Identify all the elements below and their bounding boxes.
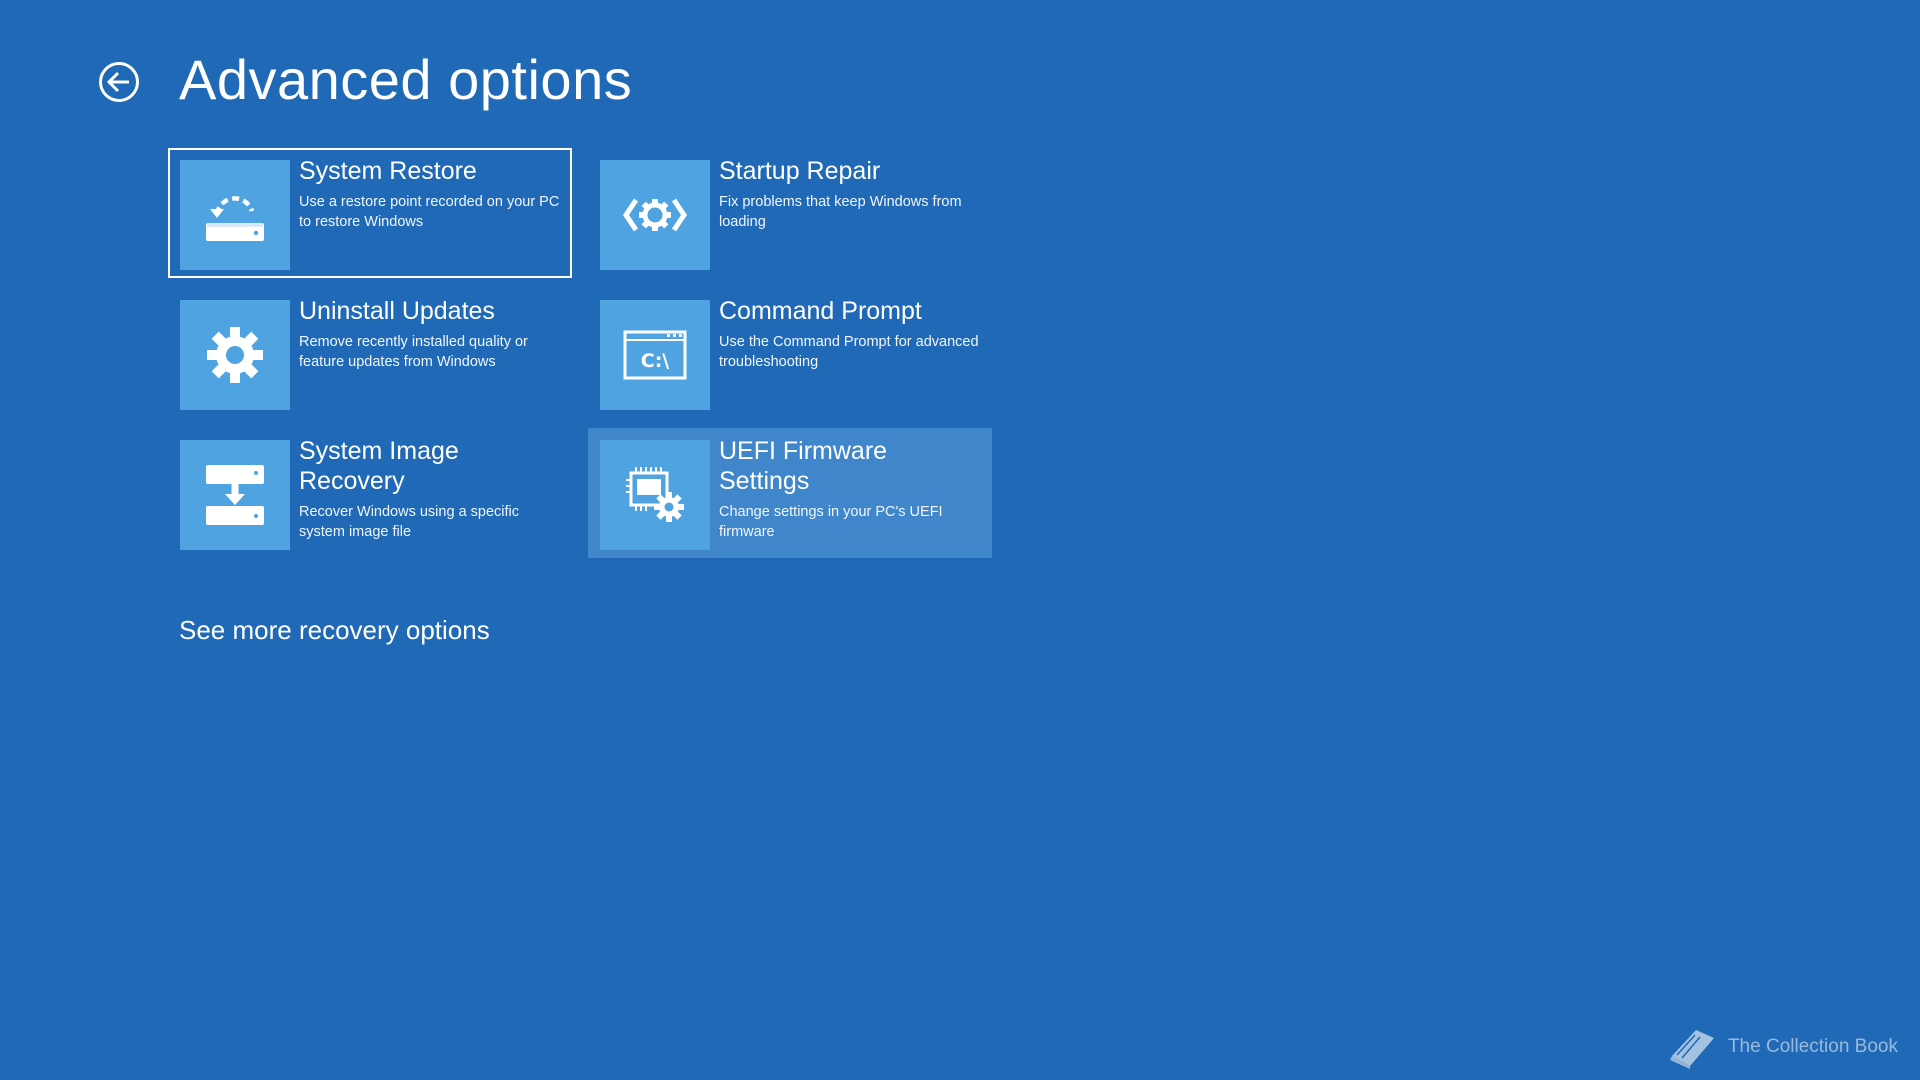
system-image-recovery-icon: [206, 465, 264, 525]
watermark: The Collection Book: [1666, 1022, 1898, 1072]
tile-icon-box: [600, 440, 710, 550]
tile-icon-box: [180, 440, 290, 550]
command-prompt-icon-text: C:\: [641, 350, 670, 372]
option-description: Fix problems that keep Windows from load…: [719, 194, 962, 230]
option-command-prompt[interactable]: C:\ Command Prompt Use the Command Promp…: [588, 288, 992, 418]
option-title: UEFI Firmware Settings: [719, 437, 888, 495]
startup-repair-icon: [622, 198, 688, 232]
see-more-recovery-options-link[interactable]: See more recovery options: [179, 613, 490, 647]
option-title: Startup Repair: [719, 157, 881, 185]
command-prompt-icon: C:\: [623, 330, 687, 380]
option-description: Change settings in your PC's UEFI firmwa…: [719, 504, 943, 540]
option-title: Command Prompt: [719, 297, 922, 325]
uefi-firmware-icon: [626, 467, 684, 522]
option-description: Use the Command Prompt for advanced trou…: [719, 334, 979, 370]
page-title: Advanced options: [179, 48, 633, 111]
option-system-restore[interactable]: System Restore Use a restore point recor…: [168, 148, 572, 278]
options-grid: System Restore Use a restore point recor…: [168, 148, 992, 560]
book-icon: [1669, 1030, 1714, 1069]
watermark-text: The Collection Book: [1727, 1036, 1898, 1057]
option-system-image-recovery[interactable]: System Image Recovery Recover Windows us…: [168, 428, 572, 558]
option-description: Use a restore point recorded on your PC …: [299, 194, 560, 230]
tile-icon-box: C:\: [600, 300, 710, 410]
option-uninstall-updates[interactable]: Uninstall Updates Remove recently instal…: [168, 288, 572, 418]
tile-icon-box: [180, 160, 290, 270]
option-title: System Restore: [299, 157, 477, 185]
option-description: Remove recently installed quality or fea…: [299, 334, 528, 370]
tile-icon-box: [600, 160, 710, 270]
system-restore-icon: [206, 196, 264, 241]
tile-icon-box: [180, 300, 290, 410]
option-startup-repair[interactable]: Startup Repair Fix problems that keep Wi…: [588, 148, 992, 278]
gear-icon: [207, 327, 263, 383]
option-title: System Image Recovery: [299, 437, 459, 495]
option-title: Uninstall Updates: [299, 297, 495, 325]
option-description: Recover Windows using a specific system …: [299, 504, 520, 540]
back-button[interactable]: [98, 61, 140, 103]
option-uefi-firmware-settings[interactable]: UEFI Firmware Settings Change settings i…: [588, 428, 992, 558]
back-arrow-circle-icon: [99, 62, 139, 102]
